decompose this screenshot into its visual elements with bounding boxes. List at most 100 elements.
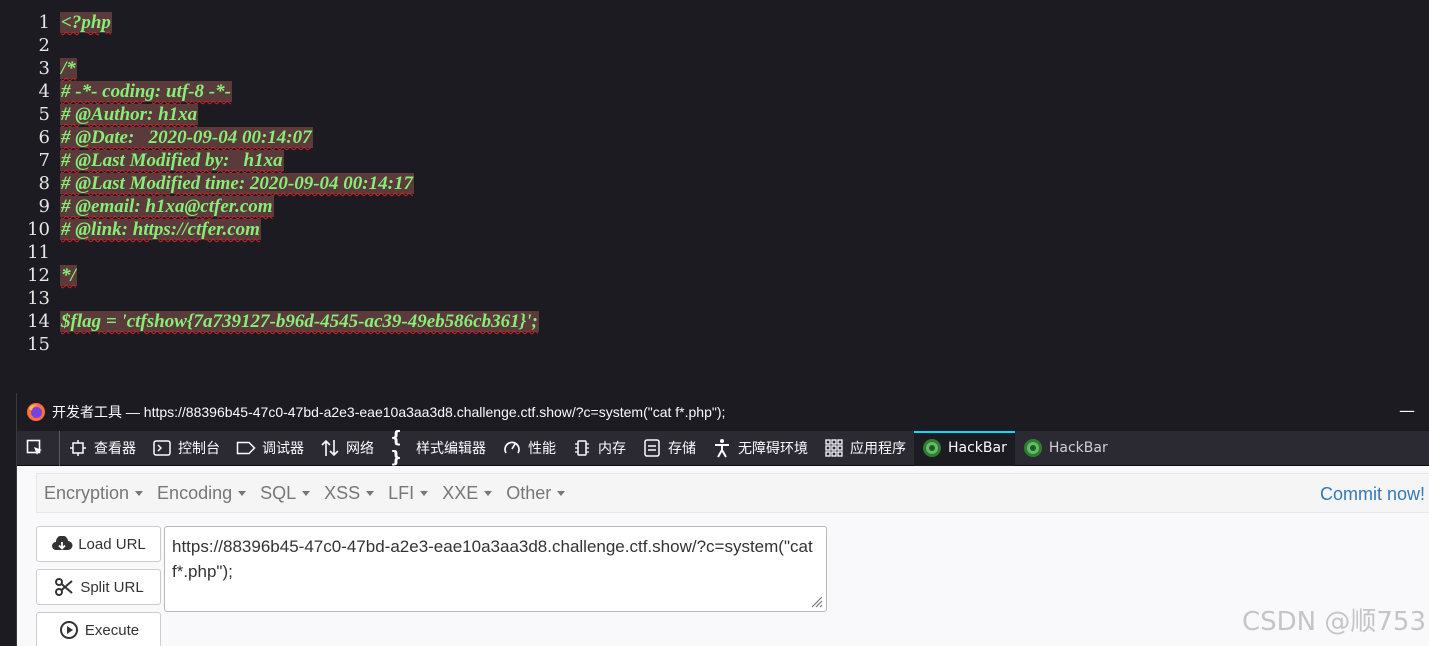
line-number: 7 xyxy=(38,150,50,171)
menu-label: XSS xyxy=(324,482,361,503)
line-number: 13 xyxy=(27,288,50,309)
menu-sql[interactable]: SQL xyxy=(253,473,317,513)
caret-down-icon xyxy=(484,490,493,496)
tab-label: HackBar xyxy=(948,440,1007,456)
caret-down-icon xyxy=(366,490,375,496)
code-line: 14 $flag = 'ctfshow{7a739127-b96d-4545-ac… xyxy=(0,310,539,333)
watermark: CSDN @顺753 xyxy=(1241,607,1426,637)
code-line: 8 # @Last Modified time: 2020-09-04 00:14… xyxy=(0,172,414,195)
line-text: # @Date: 2020-09-04 00:14:07 xyxy=(60,127,313,148)
line-number: 5 xyxy=(38,104,50,125)
tab-memory[interactable]: 内存 xyxy=(564,431,634,466)
line-text: */ xyxy=(60,265,77,286)
line-number: 4 xyxy=(38,81,50,102)
tab-accessibility[interactable]: 无障碍环境 xyxy=(704,431,816,466)
code-line: 3 /* xyxy=(0,57,77,80)
hackbar-icon xyxy=(1023,438,1043,458)
code-line: 7 # @Last Modified by: h1xa xyxy=(0,149,284,172)
line-number: 9 xyxy=(38,196,50,217)
menu-encoding[interactable]: Encoding xyxy=(150,473,253,513)
tab-inspector[interactable]: 查看器 xyxy=(60,431,144,466)
tab-debugger[interactable]: 调试器 xyxy=(228,431,312,466)
line-text: # -*- coding: utf-8 -*- xyxy=(60,81,232,102)
execute-label: Execute xyxy=(84,621,140,639)
commit-now-link[interactable]: Commit now! xyxy=(1320,474,1425,514)
braces-icon: { } xyxy=(390,428,403,468)
code-line: 13 xyxy=(0,287,62,310)
console-icon xyxy=(152,438,172,458)
tab-label: 网络 xyxy=(346,441,374,457)
source-code-view: 1 <?php 2 3 /* 4 # -*- coding: utf-8 -*- 5 # @Au… xyxy=(0,0,1429,393)
scissors-icon xyxy=(53,578,75,596)
tab-hackbar[interactable]: HackBar xyxy=(1015,431,1116,466)
devtools-window: 开发者工具 — https://88396b45-47c0-47bd-a2e3-… xyxy=(16,393,1429,646)
tab-label: 查看器 xyxy=(94,441,136,457)
caret-down-icon xyxy=(135,490,144,496)
menu-label: Encoding xyxy=(157,482,233,503)
menu-encryption[interactable]: Encryption xyxy=(37,473,150,513)
devtools-titlebar: 开发者工具 — https://88396b45-47c0-47bd-a2e3-… xyxy=(17,393,1429,431)
element-picker-button[interactable] xyxy=(17,430,60,466)
storage-icon xyxy=(642,438,662,458)
devtools-title: 开发者工具 — https://88396b45-47c0-47bd-a2e3-… xyxy=(52,404,726,420)
code-line: 1 <?php xyxy=(0,11,112,34)
menu-lfi[interactable]: LFI xyxy=(381,473,435,513)
caret-down-icon xyxy=(557,490,566,496)
code-line: 4 # -*- coding: utf-8 -*- xyxy=(0,80,232,103)
line-number: 12 xyxy=(27,265,50,286)
tab-storage[interactable]: 存储 xyxy=(634,431,704,466)
line-text: # @Last Modified time: 2020-09-04 00:14:… xyxy=(60,173,414,194)
tab-hackbar-active[interactable]: HackBar xyxy=(914,430,1015,466)
firefox-icon xyxy=(27,403,45,421)
tab-style-editor[interactable]: { } 样式编辑器 xyxy=(382,428,494,468)
line-number: 11 xyxy=(27,242,50,263)
code-line: 5 # @Author: h1xa xyxy=(0,103,199,126)
tab-label: 样式编辑器 xyxy=(416,441,486,457)
network-icon xyxy=(320,438,340,458)
accessibility-icon xyxy=(712,438,732,458)
tab-application[interactable]: 应用程序 xyxy=(816,431,914,466)
line-text: # @Last Modified by: h1xa xyxy=(60,150,284,171)
execute-button[interactable]: Execute xyxy=(36,612,161,646)
line-text: # @email: h1xa@ctfer.com xyxy=(60,196,274,217)
tab-network[interactable]: 网络 xyxy=(312,431,382,466)
devtools-toolbar: 查看器 控制台 调试器 网络 { } 样式编辑器 性能 内存 存储 无障碍环境 … xyxy=(17,428,1429,468)
inspector-icon xyxy=(68,438,88,458)
menu-other[interactable]: Other xyxy=(499,473,572,513)
memory-chip-icon xyxy=(572,438,592,458)
minimize-button[interactable]: — xyxy=(1398,401,1416,421)
url-input[interactable]: https://88396b45-47c0-47bd-a2e3-eae10a3a… xyxy=(164,526,827,612)
line-number: 15 xyxy=(27,334,50,355)
line-number: 2 xyxy=(38,35,50,56)
line-text: /* xyxy=(60,58,77,79)
resize-grip-icon[interactable] xyxy=(809,594,823,608)
line-text: # @link: https://ctfer.com xyxy=(60,219,261,240)
tab-label: 控制台 xyxy=(178,441,220,457)
load-url-button[interactable]: Load URL xyxy=(36,526,161,562)
tab-console[interactable]: 控制台 xyxy=(144,431,228,466)
code-line: 15 xyxy=(0,333,62,356)
menu-xss[interactable]: XSS xyxy=(317,473,381,513)
tab-label: 调试器 xyxy=(262,441,304,457)
line-number: 10 xyxy=(27,219,50,240)
caret-down-icon xyxy=(238,490,247,496)
tab-label: 存储 xyxy=(668,441,696,457)
play-circle-icon xyxy=(58,621,80,639)
line-number: 14 xyxy=(27,311,50,332)
tab-label: 无障碍环境 xyxy=(738,441,808,457)
line-number: 6 xyxy=(38,127,50,148)
hackbar-menu: Encryption Encoding SQL XSS LFI XXE Othe… xyxy=(36,473,1429,513)
line-number: 3 xyxy=(38,58,50,79)
split-url-button[interactable]: Split URL xyxy=(36,569,161,605)
app-grid-icon xyxy=(824,438,844,458)
gauge-icon xyxy=(502,438,522,458)
tab-performance[interactable]: 性能 xyxy=(494,431,564,466)
code-line: 12 */ xyxy=(0,264,77,287)
line-number: 8 xyxy=(38,173,50,194)
menu-label: Other xyxy=(506,482,552,503)
line-text: $flag = 'ctfshow{7a739127-b96d-4545-ac39… xyxy=(60,311,539,332)
menu-label: SQL xyxy=(260,482,297,503)
menu-xxe[interactable]: XXE xyxy=(435,473,499,513)
tab-label: HackBar xyxy=(1048,440,1108,456)
load-url-label: Load URL xyxy=(78,535,146,553)
